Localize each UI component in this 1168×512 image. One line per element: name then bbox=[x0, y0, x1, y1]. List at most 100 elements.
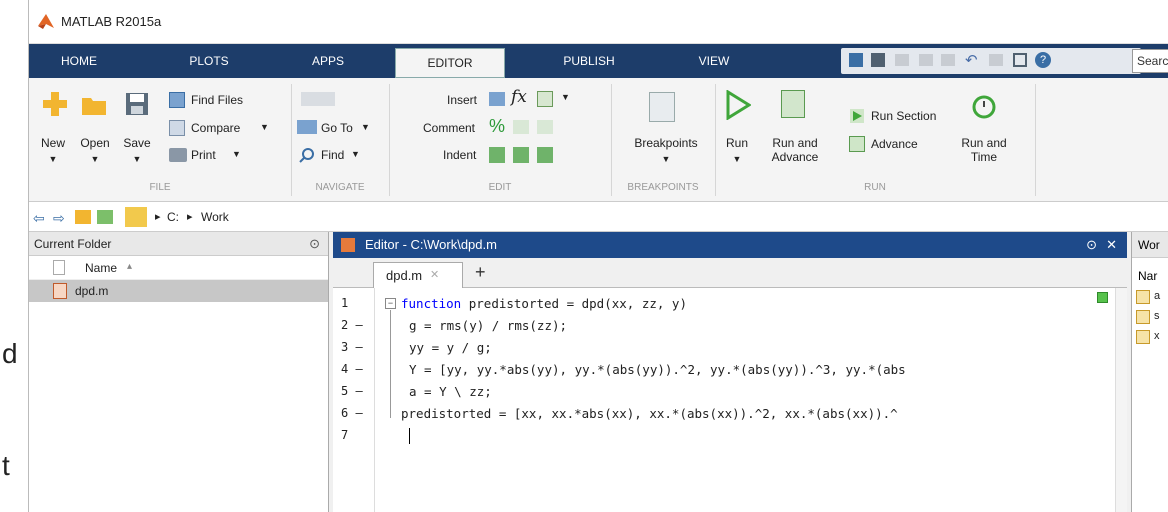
list-item[interactable]: a bbox=[1132, 288, 1168, 308]
variable-icon bbox=[1136, 330, 1150, 344]
panel-actions-icon[interactable]: ⊙ bbox=[309, 232, 320, 256]
tab-view[interactable]: VIEW bbox=[679, 44, 749, 78]
close-icon[interactable]: ✕ bbox=[1106, 232, 1117, 258]
chevron-down-icon[interactable]: ▼ bbox=[117, 152, 157, 166]
variable-icon bbox=[1136, 290, 1150, 304]
ribbon-tab-bar: HOME PLOTS APPS EDITOR PUBLISH VIEW ↶ ? … bbox=[29, 44, 1168, 78]
wrap-comments-icon[interactable] bbox=[537, 120, 553, 134]
list-item[interactable]: x bbox=[1132, 328, 1168, 348]
uncomment-icon[interactable] bbox=[513, 120, 529, 134]
increase-indent-icon[interactable] bbox=[513, 147, 529, 163]
go-to-button[interactable]: Go To bbox=[321, 121, 353, 135]
close-tab-icon[interactable]: ✕ bbox=[430, 268, 439, 281]
chevron-down-icon[interactable]: ▼ bbox=[260, 122, 269, 132]
code-area[interactable]: − function predistorted = dpd(xx, zz, y)… bbox=[375, 288, 1115, 512]
tab-dpd-m[interactable]: dpd.m ✕ bbox=[373, 262, 463, 288]
group-label-file: FILE bbox=[149, 182, 171, 193]
layout-icon[interactable] bbox=[849, 53, 863, 67]
matlab-window: MATLAB R2015a HOME PLOTS APPS EDITOR PUB… bbox=[28, 0, 1168, 512]
editor-title: Editor - C:\Work\dpd.m bbox=[365, 237, 497, 252]
name-column-label: Name bbox=[85, 261, 118, 275]
smart-indent-icon[interactable] bbox=[489, 147, 505, 163]
list-item[interactable]: dpd.m bbox=[29, 280, 328, 302]
sort-ascending-icon: ▴ bbox=[127, 261, 133, 272]
insert-section-icon[interactable] bbox=[489, 92, 505, 106]
undo-icon[interactable]: ↶ bbox=[965, 51, 978, 69]
tab-apps[interactable]: APPS bbox=[293, 44, 363, 78]
chevron-down-icon[interactable]: ▼ bbox=[351, 149, 360, 159]
comment-icon[interactable]: % bbox=[489, 116, 505, 137]
tab-plots[interactable]: PLOTS bbox=[169, 44, 249, 78]
print-icon bbox=[169, 148, 187, 162]
code-line: Y = [yy, yy.*abs(yy), yy.*(abs(yy)).^2, … bbox=[409, 362, 906, 377]
chevron-down-icon[interactable]: ▼ bbox=[621, 152, 711, 166]
code-analyzer-status-icon[interactable] bbox=[1097, 292, 1108, 303]
paste-icon[interactable] bbox=[941, 54, 955, 66]
line-number-gutter: 1 2 – 3 – 4 – 5 – 6 – 7 bbox=[333, 288, 375, 512]
switch-windows-icon[interactable] bbox=[1013, 53, 1027, 67]
run-and-advance-button[interactable]: Run and Advance bbox=[767, 136, 823, 164]
save-button[interactable]: Save bbox=[117, 136, 157, 150]
save-icon[interactable] bbox=[871, 53, 885, 67]
run-section-button[interactable]: Run Section bbox=[871, 109, 936, 123]
tab-publish[interactable]: PUBLISH bbox=[549, 44, 629, 78]
find-files-button[interactable]: Find Files bbox=[191, 93, 243, 107]
back-arrow-icon[interactable]: ⇦ bbox=[33, 210, 45, 227]
help-icon[interactable]: ? bbox=[1035, 52, 1051, 68]
column-header[interactable]: Name ▴ bbox=[29, 256, 328, 280]
print-button[interactable]: Print bbox=[191, 148, 216, 162]
insert-function-template-icon[interactable] bbox=[537, 91, 553, 107]
chevron-down-icon[interactable]: ▼ bbox=[361, 122, 370, 132]
copy-icon[interactable] bbox=[919, 54, 933, 66]
current-folder-panel: Current Folder ⊙ Name ▴ dpd.m bbox=[29, 232, 329, 512]
tab-home[interactable]: HOME bbox=[29, 44, 129, 78]
forward-arrow-icon[interactable]: ⇨ bbox=[53, 210, 65, 227]
chevron-down-icon[interactable]: ▼ bbox=[719, 152, 755, 166]
group-label-edit: EDIT bbox=[488, 182, 512, 193]
list-item[interactable]: s bbox=[1132, 308, 1168, 328]
breakpoints-button[interactable]: Breakpoints bbox=[621, 136, 711, 150]
browse-folder-icon[interactable] bbox=[97, 210, 113, 224]
background-text: t bbox=[2, 450, 10, 481]
insert-function-icon[interactable]: fx bbox=[511, 87, 527, 107]
tab-editor[interactable]: EDITOR bbox=[395, 48, 505, 78]
insert-label: Insert bbox=[447, 93, 478, 107]
advance-button[interactable]: Advance bbox=[871, 137, 918, 151]
open-folder-icon bbox=[82, 98, 106, 115]
vertical-scrollbar[interactable] bbox=[1115, 288, 1127, 512]
workspace-column-header[interactable]: Nar bbox=[1132, 258, 1168, 288]
chevron-down-icon[interactable]: ▼ bbox=[75, 152, 115, 166]
breadcrumb-folder[interactable]: Work bbox=[201, 210, 229, 224]
new-button[interactable]: New bbox=[35, 136, 71, 150]
new-icon bbox=[43, 92, 67, 116]
text-cursor bbox=[409, 428, 410, 444]
code-fold-icon[interactable]: − bbox=[385, 298, 396, 309]
title-bar: MATLAB R2015a bbox=[29, 0, 1168, 44]
line-number: 1 bbox=[341, 296, 349, 310]
decrease-indent-icon[interactable] bbox=[537, 147, 553, 163]
chevron-down-icon[interactable]: ▼ bbox=[35, 152, 71, 166]
back-forward-history-icon[interactable] bbox=[301, 92, 335, 106]
up-folder-icon[interactable] bbox=[75, 210, 91, 224]
file-name: dpd.m bbox=[75, 284, 109, 298]
run-and-time-button[interactable]: Run and Time bbox=[957, 136, 1011, 164]
chevron-down-icon[interactable]: ▼ bbox=[561, 92, 570, 102]
divider bbox=[715, 84, 716, 196]
run-button[interactable]: Run bbox=[719, 136, 755, 150]
compare-button[interactable]: Compare bbox=[191, 121, 240, 135]
cut-icon[interactable] bbox=[895, 54, 909, 66]
add-tab-button[interactable]: + bbox=[475, 262, 486, 283]
breakpoints-icon bbox=[649, 92, 675, 122]
address-bar: ⇦ ⇨ ▸ C: ▸ Work bbox=[29, 202, 1168, 232]
window-title: MATLAB R2015a bbox=[61, 14, 162, 29]
redo-icon[interactable] bbox=[989, 54, 1003, 66]
chevron-down-icon[interactable]: ▼ bbox=[232, 149, 241, 159]
open-button[interactable]: Open bbox=[75, 136, 115, 150]
search-documentation-input[interactable]: Searc bbox=[1132, 49, 1168, 73]
compare-icon bbox=[169, 120, 185, 136]
breadcrumb-drive[interactable]: C: bbox=[167, 210, 179, 224]
code-line: function predistorted = dpd(xx, zz, y) bbox=[401, 296, 687, 311]
breadcrumb-arrow-icon: ▸ bbox=[155, 211, 161, 223]
panel-actions-icon[interactable]: ⊙ bbox=[1086, 232, 1097, 258]
find-button[interactable]: Find bbox=[321, 148, 344, 162]
